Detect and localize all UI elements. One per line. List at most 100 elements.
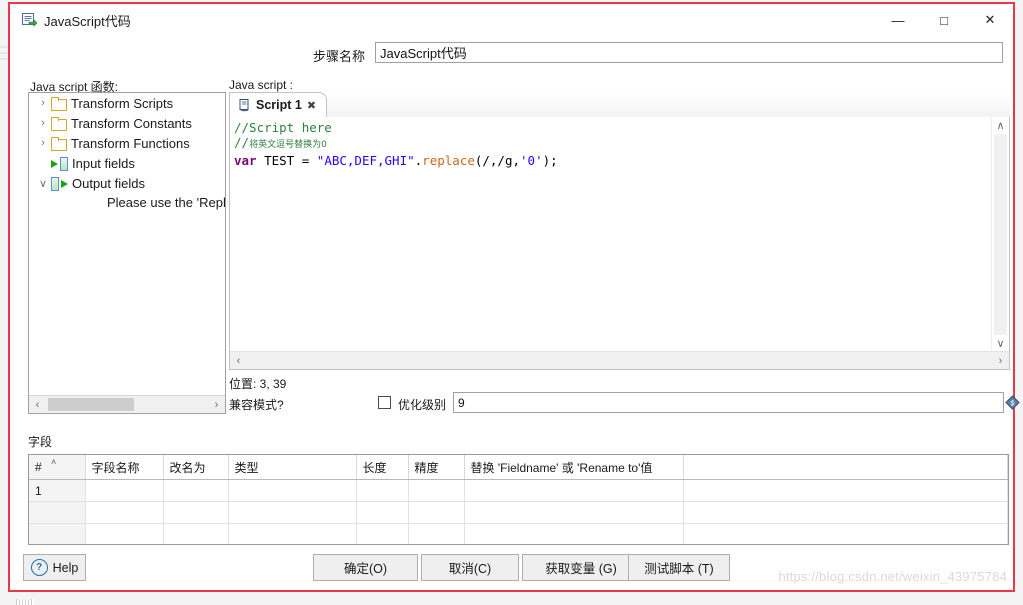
cell-precision[interactable] xyxy=(408,523,465,544)
cell-fieldname[interactable] xyxy=(85,479,164,502)
scroll-up-icon[interactable]: ∧ xyxy=(992,117,1009,134)
window-title: JavaScript代码 xyxy=(44,13,131,29)
scroll-right-icon[interactable]: › xyxy=(992,352,1009,369)
scrollbar-thumb[interactable] xyxy=(48,398,134,411)
code-token: // xyxy=(234,135,250,150)
minimize-button[interactable]: — xyxy=(875,4,921,36)
cell-type[interactable] xyxy=(228,479,357,502)
code-horizontal-scrollbar[interactable]: ‹ › xyxy=(230,351,1009,369)
sort-ascending-icon[interactable]: ˄ xyxy=(51,457,56,467)
cell-replace-value[interactable] xyxy=(464,501,684,524)
compatibility-mode-label: 兼容模式? xyxy=(229,398,284,412)
code-token: 将英文逗号替换为0 xyxy=(249,140,327,150)
cell-fieldname[interactable] xyxy=(85,501,164,524)
optimization-level-label: 优化级别 xyxy=(398,398,447,412)
column-header-rename-to[interactable]: 改名为 xyxy=(163,455,229,480)
input-fields-icon xyxy=(51,156,68,171)
tree-item-output-fields[interactable]: ∨ Output fields xyxy=(29,173,225,193)
cell-spacer xyxy=(683,523,1008,544)
cell-type[interactable] xyxy=(228,523,357,544)
tab-script-1[interactable]: Script 1 ✖ xyxy=(229,92,328,117)
help-button-label: Help xyxy=(52,560,79,575)
editor-tabstrip: Script 1 ✖ xyxy=(229,92,1010,118)
code-token: "ABC,DEF,GHI" xyxy=(316,153,415,168)
question-mark-icon: ? xyxy=(30,559,48,576)
cell-replace-value[interactable] xyxy=(464,479,684,502)
functions-tree[interactable]: › Transform Scripts › Transform Constant… xyxy=(28,92,226,414)
cell-rename-to[interactable] xyxy=(163,501,229,524)
scrollbar-track[interactable] xyxy=(994,134,1007,335)
script-file-icon xyxy=(238,98,251,112)
cell-precision[interactable] xyxy=(408,479,465,502)
tree-item-label: Input fields xyxy=(72,155,135,171)
cell-spacer xyxy=(683,479,1008,502)
folder-icon xyxy=(51,136,67,151)
cell-rename-to[interactable] xyxy=(163,479,229,502)
cursor-position-label: 位置: 3, 39 xyxy=(229,377,287,391)
column-header-length[interactable]: 长度 xyxy=(356,455,409,480)
table-row[interactable] xyxy=(29,523,1008,544)
tree-item-note[interactable]: Please use the 'Replac xyxy=(29,193,225,213)
tab-close-icon[interactable]: ✖ xyxy=(307,99,316,112)
cell-length[interactable] xyxy=(356,501,409,524)
code-vertical-scrollbar[interactable]: ∧ ∨ xyxy=(991,117,1009,352)
table-row[interactable]: 1 xyxy=(29,479,1008,502)
chevron-right-icon[interactable]: › xyxy=(35,115,51,131)
cell-rename-to[interactable] xyxy=(163,523,229,544)
code-line: var TEST = "ABC,DEF,GHI".replace(/,/g,'0… xyxy=(234,153,992,168)
fields-table[interactable]: # ˄ 字段名称 改名为 类型 长度 精度 替换 'Fieldname' 或 '… xyxy=(28,454,1009,545)
optimization-level-checkbox[interactable] xyxy=(378,396,391,409)
tree-item-transform-functions[interactable]: › Transform Functions xyxy=(29,133,225,153)
close-button[interactable]: ✕ xyxy=(967,4,1013,36)
tree-item-transform-constants[interactable]: › Transform Constants xyxy=(29,113,225,133)
code-editor[interactable]: //Script here//将英文逗号替换为0 var TEST = "ABC,… xyxy=(229,117,1010,370)
code-line: //将英文逗号替换为0 xyxy=(234,135,992,153)
get-variables-button[interactable]: 获取变量 (G) xyxy=(522,554,640,581)
tree-item-label: Transform Constants xyxy=(71,115,192,131)
tree-item-transform-scripts[interactable]: › Transform Scripts xyxy=(29,93,225,113)
chevron-right-icon[interactable]: › xyxy=(35,95,51,111)
test-script-button[interactable]: 测试脚本 (T) xyxy=(628,554,730,581)
code-token: TEST = xyxy=(256,153,317,168)
cell-length[interactable] xyxy=(356,523,409,544)
scroll-down-icon[interactable]: ∨ xyxy=(992,335,1009,352)
step-name-label: 步骤名称 xyxy=(313,49,366,64)
cell-length[interactable] xyxy=(356,479,409,502)
ok-button[interactable]: 确定(O) xyxy=(313,554,418,581)
column-header-replace-value[interactable]: 替换 'Fieldname' 或 'Rename to'值 xyxy=(464,455,684,480)
cell-precision[interactable] xyxy=(408,501,465,524)
tree-item-input-fields[interactable]: Input fields xyxy=(29,153,225,173)
cancel-button[interactable]: 取消(C) xyxy=(421,554,519,581)
tree-item-label: Transform Functions xyxy=(71,135,190,151)
help-button[interactable]: ? Help xyxy=(23,554,86,581)
cell-fieldname[interactable] xyxy=(85,523,164,544)
window-controls: — □ ✕ xyxy=(875,4,1013,36)
cell-index xyxy=(29,501,86,524)
chevron-right-icon[interactable]: › xyxy=(35,135,51,151)
scroll-left-icon[interactable]: ‹ xyxy=(230,352,247,369)
optimization-level-input[interactable] xyxy=(453,392,1004,413)
cell-replace-value[interactable] xyxy=(464,523,684,544)
code-token: //Script here xyxy=(234,120,332,135)
cell-type[interactable] xyxy=(228,501,357,524)
scroll-right-icon[interactable]: › xyxy=(208,396,225,413)
code-token: ); xyxy=(542,153,558,168)
variable-diamond-icon[interactable]: $ xyxy=(1005,395,1020,410)
tree-horizontal-scrollbar[interactable]: ‹ › xyxy=(29,395,225,413)
table-row[interactable] xyxy=(29,501,1008,524)
column-header-fieldname[interactable]: 字段名称 xyxy=(85,455,164,480)
script-step-icon xyxy=(20,11,38,29)
code-text[interactable]: //Script here//将英文逗号替换为0 var TEST = "ABC,… xyxy=(230,117,992,352)
column-header-precision[interactable]: 精度 xyxy=(408,455,465,480)
chevron-down-icon[interactable]: ∨ xyxy=(35,175,51,191)
column-header-type[interactable]: 类型 xyxy=(228,455,357,480)
output-fields-icon xyxy=(51,176,68,191)
watermark-text: https://blog.csdn.net/weixin_43975784 xyxy=(778,569,1007,584)
cell-index: 1 xyxy=(29,479,86,502)
step-name-input[interactable] xyxy=(375,42,1003,63)
script-panel-label: Java script : xyxy=(229,78,294,92)
column-header-index[interactable]: # ˄ xyxy=(29,455,86,480)
svg-text:$: $ xyxy=(1011,401,1015,408)
maximize-button[interactable]: □ xyxy=(921,4,967,36)
scroll-left-icon[interactable]: ‹ xyxy=(29,396,46,413)
